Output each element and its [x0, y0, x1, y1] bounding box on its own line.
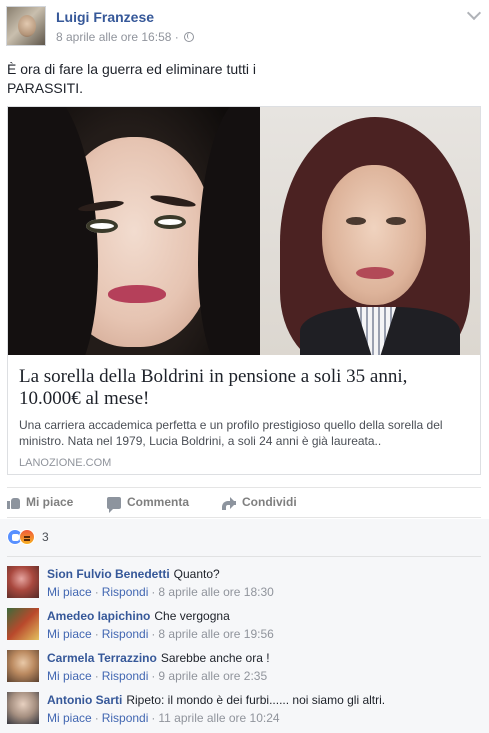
comment-author[interactable]: Antonio Sarti	[47, 693, 122, 707]
post-header: Luigi Franzese 8 aprile alle ore 16:58 ·	[6, 4, 483, 48]
comment-text: Sarebbe anche ora !	[160, 651, 270, 665]
comment-like-link[interactable]: Mi piace	[47, 585, 92, 599]
link-description-line: Una carriera accademica perfetta e un pr…	[19, 418, 443, 432]
angry-reaction-icon	[19, 529, 35, 545]
comment-text: Quanto?	[173, 567, 220, 581]
comment-icon	[107, 497, 121, 513]
comment-text: Che vergogna	[154, 609, 230, 623]
comment-author[interactable]: Carmela Terrazzino	[47, 651, 157, 665]
meta-separator: ·	[174, 30, 179, 44]
link-description-line: ministro. Nata nel 1979, Lucia Boldrini,…	[19, 434, 382, 448]
avatar[interactable]	[7, 566, 39, 598]
comment-label: Commenta	[127, 495, 190, 509]
avatar[interactable]	[7, 608, 39, 640]
comment-actions: Mi piace · Rispondi · 9 aprile alle ore 2:35	[47, 669, 268, 683]
post-meta: 8 aprile alle ore 16:58 ·	[56, 30, 195, 44]
comments-section: 3 Sion Fulvio Benedetti Quanto? Mi piace ·…	[0, 519, 489, 733]
comment-button[interactable]: Commenta	[107, 495, 190, 513]
link-title-line: 10.000€ al mese!	[19, 388, 150, 409]
link-title[interactable]: La sorella della Boldrini in pensione a …	[19, 366, 469, 410]
comment-actions: Mi piace · Rispondi · 8 aprile alle ore 19:5…	[47, 627, 274, 641]
chevron-down-icon[interactable]	[466, 5, 482, 21]
like-label: Mi piace	[26, 495, 74, 509]
avatar[interactable]	[7, 650, 39, 682]
comment-reply-link[interactable]: Rispondi	[102, 711, 149, 725]
post-date[interactable]: 8 aprile alle ore 16:58	[56, 30, 171, 44]
comment-date[interactable]: 8 aprile alle ore 19:56	[158, 627, 273, 641]
globe-icon	[184, 32, 195, 42]
portrait-photo-right	[260, 107, 480, 355]
link-preview-body[interactable]: La sorella della Boldrini in pensione a …	[8, 355, 480, 474]
link-preview-card[interactable]: La sorella della Boldrini in pensione a …	[7, 106, 481, 475]
divider	[7, 556, 481, 557]
comment: Carmela Terrazzino Sarebbe anche ora ! Mi…	[7, 650, 481, 690]
comment-text: Ripeto: il mondo è dei furbi...... noi s…	[126, 693, 386, 707]
comment-body: Sion Fulvio Benedetti Quanto?	[47, 566, 220, 582]
share-button[interactable]: Condividi	[222, 495, 297, 510]
comment-actions: Mi piace · Rispondi · 11 aprile alle ore 10:…	[47, 711, 280, 725]
thumbs-up-icon	[7, 496, 20, 509]
comment-author[interactable]: Amedeo Iapichino	[47, 609, 150, 623]
link-preview-image[interactable]	[8, 107, 480, 355]
reaction-count[interactable]: 3	[42, 530, 49, 544]
comment: Antonio Sarti Ripeto: il mondo è dei furb…	[7, 692, 481, 732]
post-text: È ora di fare la guerra ed eliminare tut…	[7, 60, 477, 98]
comment-date[interactable]: 11 aprile alle ore 10:24	[158, 711, 279, 725]
comment-date[interactable]: 9 aprile alle ore 2:35	[158, 669, 267, 683]
author-avatar[interactable]	[6, 6, 46, 46]
share-icon	[222, 497, 236, 510]
post-action-bar: Mi piace Commenta Condividi	[7, 487, 481, 518]
comment-like-link[interactable]: Mi piace	[47, 627, 92, 641]
link-title-line: La sorella della Boldrini in pensione a …	[19, 366, 408, 387]
comment: Amedeo Iapichino Che vergogna Mi piace · Ri…	[7, 608, 481, 648]
comment-date[interactable]: 8 aprile alle ore 18:30	[158, 585, 273, 599]
portrait-photo-left	[8, 107, 260, 355]
share-label: Condividi	[242, 495, 297, 509]
link-domain: LANOZIONE.COM	[19, 457, 112, 469]
author-name[interactable]: Luigi Franzese	[56, 9, 154, 25]
comment-body: Antonio Sarti Ripeto: il mondo è dei furb…	[47, 692, 385, 708]
like-button[interactable]: Mi piace	[7, 495, 73, 509]
comment-reply-link[interactable]: Rispondi	[102, 669, 149, 683]
link-description: Una carriera accademica perfetta e un pr…	[19, 417, 469, 449]
avatar[interactable]	[7, 692, 39, 724]
comment-author[interactable]: Sion Fulvio Benedetti	[47, 567, 170, 581]
comment-reply-link[interactable]: Rispondi	[102, 585, 149, 599]
comment-body: Carmela Terrazzino Sarebbe anche ora !	[47, 650, 270, 666]
post-text-line: PARASSITI.	[7, 80, 83, 96]
facebook-post: Luigi Franzese 8 aprile alle ore 16:58 ·…	[0, 0, 489, 733]
comment-actions: Mi piace · Rispondi · 8 aprile alle ore 18:3…	[47, 585, 274, 599]
post-text-line: È ora di fare la guerra ed eliminare tut…	[7, 61, 257, 77]
comment-like-link[interactable]: Mi piace	[47, 711, 92, 725]
comment-body: Amedeo Iapichino Che vergogna	[47, 608, 230, 624]
comment-like-link[interactable]: Mi piace	[47, 669, 92, 683]
comment: Sion Fulvio Benedetti Quanto? Mi piace · Ri…	[7, 566, 481, 606]
comment-reply-link[interactable]: Rispondi	[102, 627, 149, 641]
